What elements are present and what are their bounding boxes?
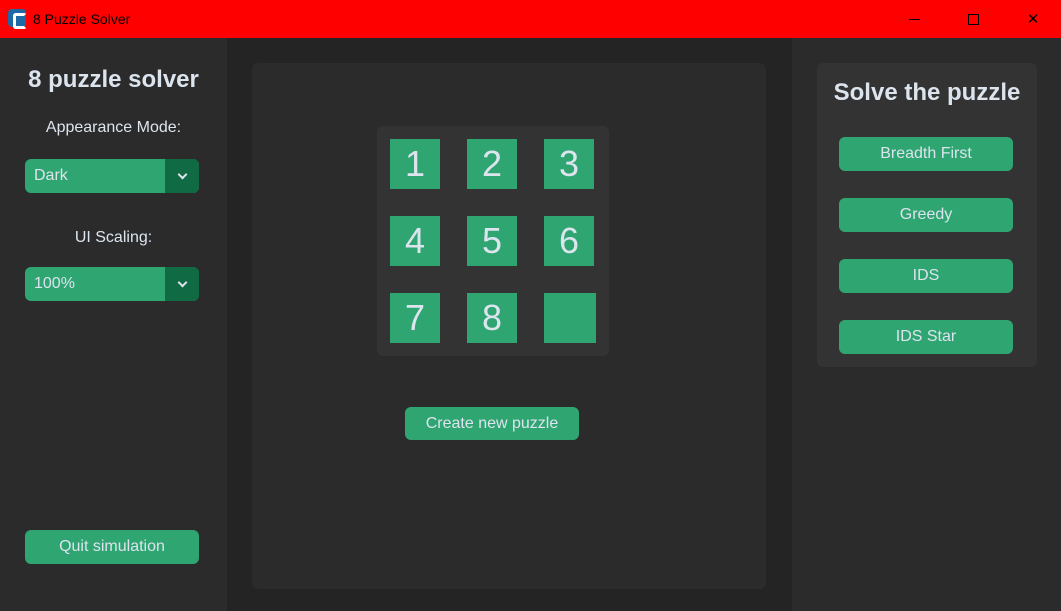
sidebar: 8 puzzle solver Appearance Mode: Dark UI… — [0, 38, 227, 611]
puzzle-tile[interactable]: 7 — [390, 293, 440, 343]
solve-panel: Solve the puzzle Breadth First Greedy ID… — [817, 63, 1037, 367]
puzzle-tile-empty[interactable] — [544, 293, 596, 343]
solver-sidebar: Solve the puzzle Breadth First Greedy ID… — [792, 38, 1061, 611]
ui-scaling-dropdown-arrow[interactable] — [165, 267, 199, 301]
close-icon: ✕ — [1026, 11, 1040, 28]
maximize-icon — [967, 13, 979, 25]
ui-scaling-value: 100% — [34, 275, 75, 292]
appearance-mode-value: Dark — [34, 167, 68, 184]
sidebar-title: 8 puzzle solver — [28, 66, 199, 93]
minimize-icon — [908, 18, 920, 20]
app-icon — [8, 9, 27, 29]
puzzle-tile[interactable]: 1 — [390, 139, 440, 189]
puzzle-tile[interactable]: 4 — [390, 216, 440, 266]
solve-title: Solve the puzzle — [833, 79, 1021, 106]
puzzle-tile[interactable]: 5 — [467, 216, 517, 266]
greedy-button[interactable]: Greedy — [839, 198, 1013, 232]
maximize-button[interactable] — [950, 0, 996, 38]
puzzle-panel: 1 2 3 4 5 6 7 8 Create new puzzle — [252, 63, 766, 589]
puzzle-tile[interactable]: 6 — [544, 216, 594, 266]
ui-scaling-select[interactable]: 100% — [25, 267, 199, 301]
breadth-first-button[interactable]: Breadth First — [839, 137, 1013, 171]
close-button[interactable]: ✕ — [1010, 0, 1056, 38]
ids-star-button[interactable]: IDS Star — [839, 320, 1013, 354]
chevron-down-icon — [177, 277, 187, 287]
puzzle-board: 1 2 3 4 5 6 7 8 — [377, 126, 609, 356]
quit-simulation-button[interactable]: Quit simulation — [25, 530, 199, 564]
ui-scaling-label: UI Scaling: — [74, 229, 153, 246]
appearance-mode-label: Appearance Mode: — [45, 119, 182, 136]
puzzle-tile[interactable]: 8 — [467, 293, 517, 343]
puzzle-tile[interactable]: 3 — [544, 139, 594, 189]
ids-button[interactable]: IDS — [839, 259, 1013, 293]
title-bar: 8 Puzzle Solver ✕ — [0, 0, 1061, 38]
puzzle-tile[interactable]: 2 — [467, 139, 517, 189]
appearance-dropdown-arrow[interactable] — [165, 159, 199, 193]
chevron-down-icon — [177, 169, 187, 179]
minimize-button[interactable] — [891, 0, 937, 38]
appearance-mode-select[interactable]: Dark — [25, 159, 199, 193]
create-new-puzzle-button[interactable]: Create new puzzle — [405, 407, 579, 440]
window-title: 8 Puzzle Solver — [33, 11, 131, 27]
